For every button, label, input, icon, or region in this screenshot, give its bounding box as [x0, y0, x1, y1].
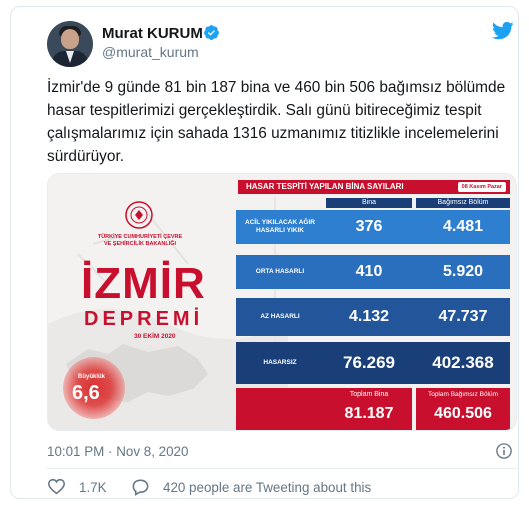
- row-value-bagimsiz: 4.481: [442, 218, 484, 235]
- event-date: 30 EKİM 2020: [134, 333, 176, 340]
- twitter-bird-icon[interactable]: [492, 21, 514, 41]
- total-bina-value: 81.187: [344, 405, 394, 422]
- tweet-text: İzmir'de 9 günde 81 bin 187 bina ve 460 …: [47, 79, 506, 165]
- heart-icon[interactable]: [47, 478, 66, 495]
- row-value-bina: 376: [355, 218, 383, 235]
- author-name[interactable]: Murat KURUM: [102, 25, 203, 42]
- row-value-bagimsiz: 5.920: [442, 263, 484, 280]
- row-value-bina: 76.269: [343, 353, 395, 372]
- total-bina-label: Toplam Bina: [349, 391, 389, 398]
- verified-icon: [204, 25, 219, 40]
- ministry-logo: [125, 201, 153, 229]
- total-bagimsiz-value: 460.506: [434, 405, 492, 422]
- magnitude-label: Büyüklük: [78, 374, 106, 380]
- author-handle[interactable]: @murat_kurum: [102, 44, 199, 60]
- tweeting-about-link[interactable]: 420 people are Tweeting about this: [163, 480, 371, 495]
- row-value-bagimsiz: 402.368: [432, 353, 494, 372]
- info-icon[interactable]: [495, 442, 513, 460]
- avatar[interactable]: [47, 21, 93, 67]
- tweet-card[interactable]: Murat KURUM @murat_kurum İzmir'de 9 günd…: [10, 6, 519, 499]
- col-header-bina: Bina: [326, 198, 412, 208]
- reply-bubble-icon[interactable]: [131, 478, 150, 496]
- table-header: HASAR TESPİTİ YAPILAN BİNA SAYILARI 08 K…: [238, 180, 510, 194]
- table-title: HASAR TESPİTİ YAPILAN BİNA SAYILARI: [246, 182, 404, 191]
- table-date: 08 Kasım Pazar: [457, 182, 506, 192]
- row-label: AZ HASARLI: [260, 313, 300, 320]
- row-value-bina: 410: [355, 263, 383, 280]
- row-label: ACİL YIKILACAK AĞIR HASARLI YIKIK: [245, 219, 315, 234]
- row-value-bagimsiz: 47.737: [438, 308, 488, 325]
- magnitude-value: 6,6: [72, 382, 100, 404]
- total-bagimsiz-label: Toplam Bağımsız Bölüm: [427, 391, 499, 398]
- like-count[interactable]: 1.7K: [79, 480, 107, 495]
- tweet-timestamp[interactable]: 10:01 PM · Nov 8, 2020: [47, 444, 188, 459]
- event-title: DEPREMİ: [84, 308, 204, 330]
- ministry-name: TÜRKİYE CUMHURİYETİ ÇEVRE VE ŞEHİRCİLİK …: [97, 234, 183, 247]
- row-label: ORTA HASARLI: [255, 268, 305, 275]
- tweet-image[interactable]: TÜRKİYE CUMHURİYETİ ÇEVRE VE ŞEHİRCİLİK …: [47, 173, 517, 431]
- row-label: HASARSIZ: [263, 359, 297, 366]
- divider: [47, 468, 517, 469]
- row-value-bina: 4.132: [348, 308, 390, 325]
- city-title: İZMİR: [81, 259, 206, 308]
- col-header-bagimsiz: Bağımsız Bölüm: [416, 198, 510, 208]
